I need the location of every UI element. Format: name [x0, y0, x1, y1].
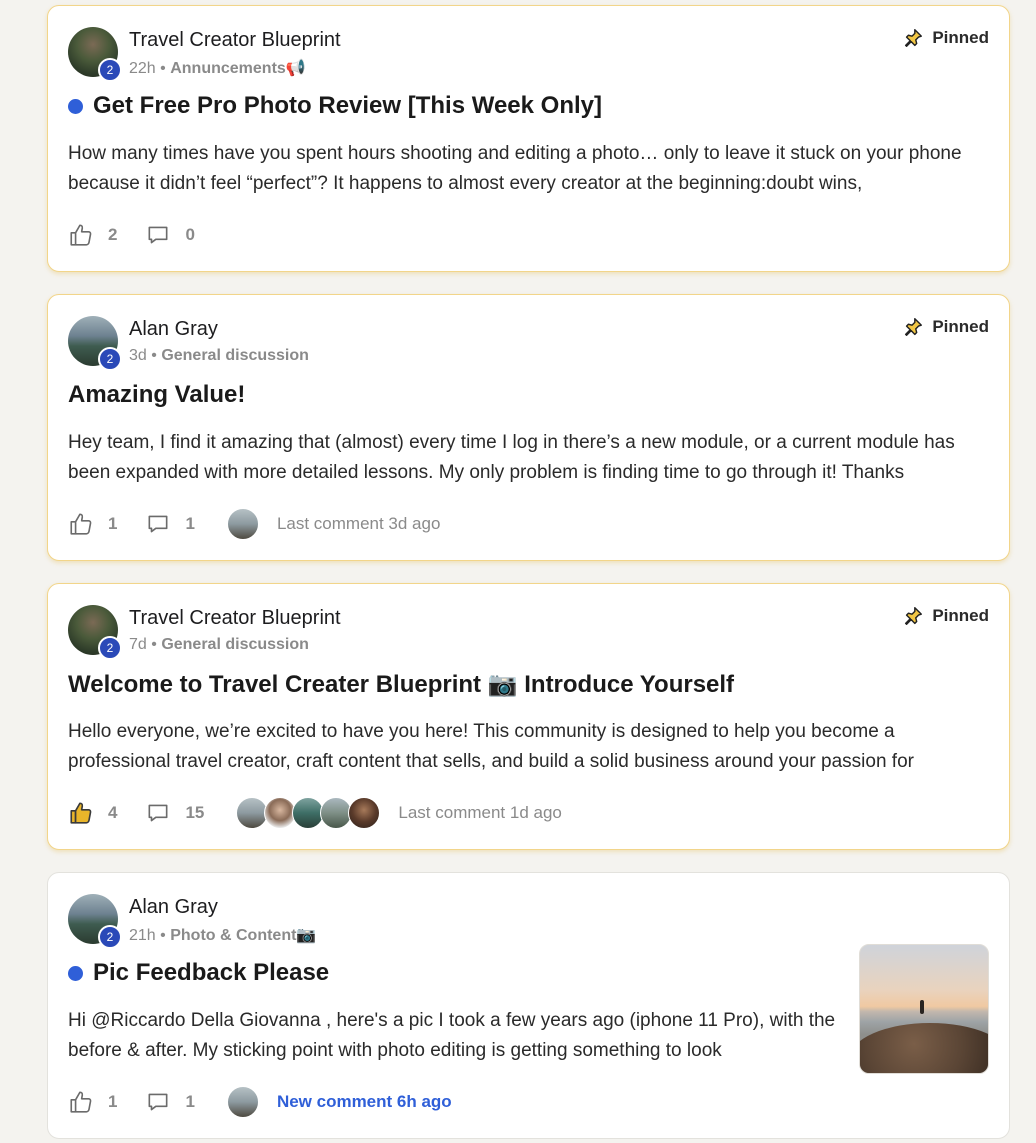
post-category[interactable]: General discussion	[161, 636, 309, 653]
last-comment-time: Last comment 3d ago	[276, 514, 441, 533]
post-category[interactable]: Photo & Content📷	[170, 927, 316, 944]
author-name[interactable]: Alan Gray	[129, 896, 218, 919]
level-badge: 2	[98, 925, 122, 949]
post-thumbnail[interactable]	[859, 944, 989, 1074]
like-button[interactable]: 4	[68, 800, 117, 826]
post-excerpt[interactable]: How many times have you spent hours shoo…	[68, 139, 988, 199]
author-avatar[interactable]: 2	[68, 316, 122, 371]
meta-separator: •	[151, 347, 157, 364]
like-button[interactable]: 1	[68, 511, 117, 537]
meta-separator: •	[160, 927, 166, 944]
post-footer: 4 15 Last comment 1d ago	[68, 797, 562, 829]
post-meta: 7d • General discussion	[129, 636, 309, 654]
comment-count: 1	[185, 514, 195, 533]
post-card[interactable]: 2 Alan Gray 21h • Photo & Content📷 Pic F…	[47, 872, 1010, 1139]
post-time: 22h	[129, 60, 156, 77]
post-card[interactable]: 2 Alan Gray 3d • General discussion Pinn…	[47, 294, 1010, 561]
post-title-text[interactable]: Welcome to Travel Creater Blueprint 📷 In…	[68, 670, 734, 699]
pin-icon	[902, 605, 924, 627]
author-avatar[interactable]: 2	[68, 605, 122, 660]
commenter-avatars[interactable]	[236, 797, 381, 829]
post-title[interactable]: Welcome to Travel Creater Blueprint 📷 In…	[68, 670, 734, 699]
pinned-tag: Pinned	[902, 316, 989, 338]
post-footer: 1 1 New comment 6h ago	[68, 1086, 452, 1118]
like-count: 1	[108, 1092, 118, 1111]
post-title[interactable]: Amazing Value!	[68, 381, 245, 409]
post-footer: 1 1 Last comment 3d ago	[68, 508, 441, 540]
thumbs-up-icon-liked	[68, 800, 94, 826]
comment-count: 15	[185, 803, 205, 822]
comment-button[interactable]: 1	[145, 511, 195, 537]
post-time: 21h	[129, 927, 156, 944]
post-card[interactable]: 2 Travel Creator Blueprint 22h • Annunce…	[47, 5, 1010, 272]
comment-icon	[145, 511, 171, 537]
unread-dot	[68, 965, 83, 981]
author-name[interactable]: Alan Gray	[129, 318, 218, 341]
commenter-avatar[interactable]	[226, 1086, 259, 1118]
author-avatar[interactable]: 2	[68, 894, 122, 949]
post-title[interactable]: Get Free Pro Photo Review [This Week Onl…	[68, 92, 602, 120]
post-excerpt[interactable]: Hello everyone, we’re excited to have yo…	[68, 717, 988, 777]
post-excerpt[interactable]: Hi @Riccardo Della Giovanna , here's a p…	[68, 1006, 838, 1066]
post-title[interactable]: Pic Feedback Please	[68, 959, 329, 987]
level-badge: 2	[98, 636, 122, 660]
post-title-text[interactable]: Pic Feedback Please	[93, 959, 329, 987]
post-category[interactable]: General discussion	[161, 347, 309, 364]
meta-separator: •	[151, 636, 157, 653]
pinned-label: Pinned	[932, 317, 989, 336]
pin-icon	[902, 316, 924, 338]
comment-count: 1	[185, 1092, 195, 1111]
like-count: 4	[108, 803, 118, 822]
level-badge: 2	[98, 58, 122, 82]
pinned-label: Pinned	[932, 28, 989, 47]
pinned-label: Pinned	[932, 606, 989, 625]
post-meta: 21h • Photo & Content📷	[129, 925, 316, 945]
pin-icon	[902, 27, 924, 49]
thumbs-up-icon	[68, 1089, 94, 1115]
comment-button[interactable]: 0	[145, 222, 195, 248]
comment-count: 0	[185, 225, 195, 244]
meta-separator: •	[160, 60, 166, 77]
unread-dot	[68, 98, 83, 114]
pinned-tag: Pinned	[902, 605, 989, 627]
author-name[interactable]: Travel Creator Blueprint	[129, 607, 341, 630]
like-count: 2	[108, 225, 118, 244]
post-meta: 3d • General discussion	[129, 347, 309, 365]
thumbnail-rocks	[860, 1023, 988, 1073]
thumbs-up-icon	[68, 222, 94, 248]
commenter-avatar[interactable]	[348, 797, 381, 829]
post-title-text[interactable]: Get Free Pro Photo Review [This Week Onl…	[93, 92, 602, 120]
author-avatar[interactable]: 2	[68, 27, 122, 82]
like-button[interactable]: 2	[68, 222, 117, 248]
post-meta: 22h • Annuncements📢	[129, 58, 306, 78]
post-category[interactable]: Annuncements📢	[170, 60, 306, 77]
thumbnail-person	[920, 1000, 924, 1014]
post-footer: 2 0	[68, 220, 223, 250]
comment-button[interactable]: 15	[145, 800, 204, 826]
pinned-tag: Pinned	[902, 27, 989, 49]
comment-icon	[145, 222, 171, 248]
post-title-text[interactable]: Amazing Value!	[68, 381, 245, 409]
post-time: 3d	[129, 347, 147, 364]
like-count: 1	[108, 514, 118, 533]
commenter-avatar[interactable]	[226, 508, 259, 540]
level-badge: 2	[98, 347, 122, 371]
comment-button[interactable]: 1	[145, 1089, 195, 1115]
comment-icon	[145, 1089, 171, 1115]
post-card[interactable]: 2 Travel Creator Blueprint 7d • General …	[47, 583, 1010, 850]
like-button[interactable]: 1	[68, 1089, 117, 1115]
post-excerpt[interactable]: Hey team, I find it amazing that (almost…	[68, 428, 988, 488]
post-time: 7d	[129, 636, 147, 653]
commenter-avatars[interactable]	[226, 508, 259, 540]
thumbs-up-icon	[68, 511, 94, 537]
commenter-avatars[interactable]	[226, 1086, 259, 1118]
new-comment-time[interactable]: New comment 6h ago	[277, 1092, 452, 1112]
comment-icon	[145, 800, 171, 826]
last-comment-time: Last comment 1d ago	[398, 803, 562, 822]
author-name[interactable]: Travel Creator Blueprint	[129, 29, 341, 52]
